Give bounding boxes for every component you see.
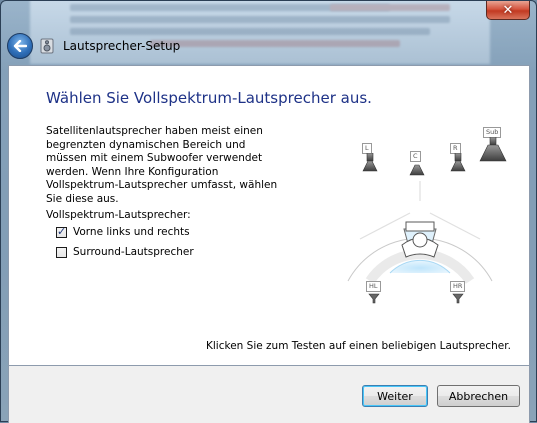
description-text: Satellitenlautsprecher haben meist einen… — [46, 125, 278, 205]
fullrange-group-label: Vollspektrum-Lautsprecher: — [46, 209, 191, 221]
arrow-left-icon — [13, 40, 27, 52]
close-icon: ✕ — [502, 2, 514, 18]
checkbox-surround[interactable]: Surround-Lautsprecher — [56, 246, 194, 258]
speaker-icon — [450, 153, 466, 172]
window-title: Lautsprecher-Setup — [63, 39, 181, 53]
close-button[interactable]: ✕ — [486, 1, 530, 20]
speaker-icon — [362, 153, 378, 172]
checkbox-front-left-right[interactable]: Vorne links und rechts — [56, 225, 190, 238]
content-panel: Wählen Sie Vollspektrum-Lautsprecher aus… — [8, 65, 530, 366]
checkbox-box[interactable] — [56, 246, 67, 258]
next-button[interactable]: Weiter — [362, 385, 428, 407]
cancel-button[interactable]: Abbrechen — [437, 385, 520, 407]
button-bar: Weiter Abbrechen — [8, 366, 530, 423]
speaker-icon — [409, 164, 425, 176]
title-bar: Lautsprecher-Setup — [1, 29, 537, 65]
speaker-diagram: L C R Sub HL HR — [330, 121, 515, 311]
test-hint: Klicken Sie zum Testen auf einen beliebi… — [206, 340, 511, 352]
dialog-window: ✕ Lautsprecher-Setup Wählen Sie Vollspek… — [0, 0, 537, 423]
speaker-setup-icon — [40, 38, 54, 54]
checkbox-label: Surround-Lautsprecher — [73, 246, 194, 258]
checkbox-box[interactable] — [56, 225, 67, 238]
speaker-icon — [452, 293, 464, 304]
speaker-icon — [368, 293, 380, 304]
back-button[interactable] — [7, 33, 33, 59]
page-heading: Wählen Sie Vollspektrum-Lautsprecher aus… — [46, 89, 372, 107]
checkbox-label: Vorne links und rechts — [73, 226, 190, 238]
subwoofer-icon — [479, 137, 507, 162]
